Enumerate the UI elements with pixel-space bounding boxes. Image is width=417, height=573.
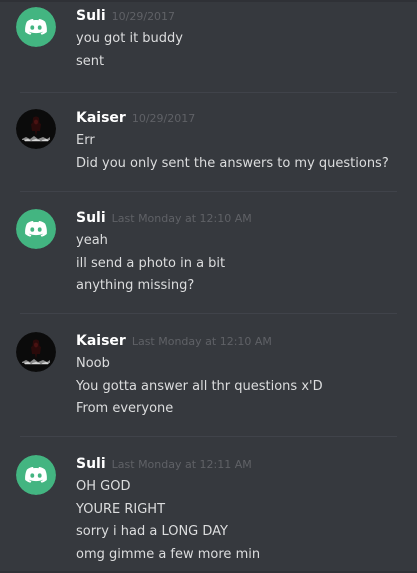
discord-logo-avatar[interactable] bbox=[16, 455, 56, 495]
message-line: yeah bbox=[76, 233, 108, 248]
user-photo-icon bbox=[16, 332, 56, 372]
message-body: Noob You gotta answer all thr questions … bbox=[76, 353, 323, 421]
message-line: you got it buddy bbox=[76, 31, 183, 46]
message-line: Err bbox=[76, 133, 95, 148]
discord-logo-avatar[interactable] bbox=[16, 7, 56, 47]
message-line: omg gimme a few more min bbox=[76, 546, 261, 562]
message-line: ill send a photo in a bit bbox=[76, 255, 226, 271]
message-line: sent bbox=[76, 53, 105, 69]
user-photo-icon bbox=[16, 109, 56, 149]
chat-messages[interactable]: Suli 10/29/2017 you got it buddy sent Kai… bbox=[0, 0, 417, 573]
message-line: anything missing? bbox=[76, 278, 195, 293]
username[interactable]: Kaiser bbox=[76, 333, 126, 349]
username[interactable]: Suli bbox=[76, 8, 106, 24]
message-header: Suli Last Monday at 12:11 AM bbox=[76, 456, 252, 472]
dark-photo-avatar[interactable] bbox=[16, 332, 56, 372]
message-line: sorry i had a LONG DAY bbox=[76, 524, 228, 539]
timestamp: 10/29/2017 bbox=[111, 10, 176, 23]
message-divider bbox=[20, 313, 397, 314]
discord-logo-icon bbox=[16, 209, 56, 249]
message-line: YOURE RIGHT bbox=[76, 501, 166, 517]
dark-photo-avatar[interactable] bbox=[16, 109, 56, 149]
discord-logo-icon bbox=[16, 455, 56, 495]
message-header: Kaiser Last Monday at 12:10 AM bbox=[76, 333, 272, 349]
timestamp: Last Monday at 12:10 AM bbox=[111, 212, 252, 225]
username[interactable]: Suli bbox=[76, 210, 106, 226]
username[interactable]: Suli bbox=[76, 456, 106, 472]
message-line: OH GOD bbox=[76, 479, 131, 494]
message-body: you got it buddy sent bbox=[76, 28, 183, 73]
discord-logo-icon bbox=[16, 7, 56, 47]
discord-logo-avatar[interactable] bbox=[16, 209, 56, 249]
timestamp: Last Monday at 12:10 AM bbox=[131, 335, 272, 348]
timestamp: 10/29/2017 bbox=[131, 112, 196, 125]
message-line: Noob bbox=[76, 356, 110, 371]
timestamp: Last Monday at 12:11 AM bbox=[111, 458, 252, 471]
message-line: You gotta answer all thr questions x'D bbox=[76, 378, 323, 394]
message-header: Kaiser 10/29/2017 bbox=[76, 110, 195, 126]
username[interactable]: Kaiser bbox=[76, 110, 126, 126]
message-body: Err Did you only sent the answers to my … bbox=[76, 130, 389, 175]
message-body: OH GOD YOURE RIGHT sorry i had a LONG DA… bbox=[76, 476, 260, 566]
message-line: From everyone bbox=[76, 401, 174, 416]
message-divider bbox=[20, 436, 397, 437]
message-header: Suli 10/29/2017 bbox=[76, 8, 175, 24]
message-divider bbox=[20, 92, 397, 93]
message-line: Did you only sent the answers to my ques… bbox=[76, 155, 389, 171]
message-header: Suli Last Monday at 12:10 AM bbox=[76, 210, 252, 226]
message-divider bbox=[20, 191, 397, 192]
message-body: yeah ill send a photo in a bit anything … bbox=[76, 230, 225, 298]
